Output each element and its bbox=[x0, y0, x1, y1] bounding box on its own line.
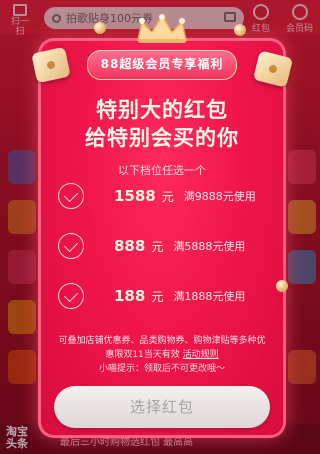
usage-note-line-2: 惠限双11当天有效 活动规则 bbox=[54, 348, 270, 362]
check-icon[interactable] bbox=[58, 233, 84, 259]
tip-text: 小喵提示：领取后不可更改哦～ bbox=[98, 364, 225, 374]
gold-orb-decoration bbox=[276, 280, 288, 292]
option-888[interactable]: 888 元 满5888元使用 bbox=[58, 228, 268, 264]
gold-orb-decoration bbox=[234, 24, 246, 36]
options-subtitle: 以下档位任选一个 bbox=[118, 164, 206, 177]
option-unit: 元 bbox=[161, 189, 174, 204]
option-condition: 满5888元使用 bbox=[173, 240, 246, 253]
check-icon[interactable] bbox=[58, 183, 84, 209]
option-amount: 188 bbox=[114, 287, 146, 305]
usage-note: 可叠加店铺优惠券、品类购物券、购物津贴等多种优 惠限双11当天有效 活动规则 小… bbox=[54, 334, 270, 376]
option-amount: 1588 bbox=[114, 187, 156, 205]
gift-decoration-icon bbox=[31, 46, 71, 84]
option-188[interactable]: 188 元 满1888元使用 bbox=[58, 278, 268, 314]
option-amount: 888 bbox=[114, 237, 146, 255]
member-ribbon: 88超级会员专享福利 bbox=[87, 50, 237, 80]
rules-link[interactable]: 活动规则 bbox=[183, 350, 219, 360]
option-unit: 元 bbox=[151, 289, 164, 304]
usage-note-validity: 惠限双11当天有效 bbox=[105, 350, 183, 360]
headline-line-1: 特别大的红包 bbox=[96, 98, 228, 122]
option-1588[interactable]: 1588 元 满9888元使用 bbox=[58, 178, 268, 214]
select-red-packet-button[interactable]: 选择红包 bbox=[54, 386, 270, 428]
option-condition: 满9888元使用 bbox=[183, 190, 256, 203]
option-unit: 元 bbox=[151, 239, 164, 254]
option-condition: 满1888元使用 bbox=[173, 290, 246, 303]
gold-orb-decoration bbox=[94, 22, 106, 34]
red-packet-modal: 88超级会员专享福利 特别大的红包 给特别会买的你 以下档位任选一个 1588 … bbox=[31, 14, 294, 438]
usage-note-line-1: 可叠加店铺优惠券、品类购物券、购物津贴等多种优 bbox=[58, 336, 266, 346]
check-icon[interactable] bbox=[58, 283, 84, 309]
headline-line-2: 给特别会买的你 bbox=[85, 126, 239, 150]
crown-icon bbox=[137, 14, 187, 43]
